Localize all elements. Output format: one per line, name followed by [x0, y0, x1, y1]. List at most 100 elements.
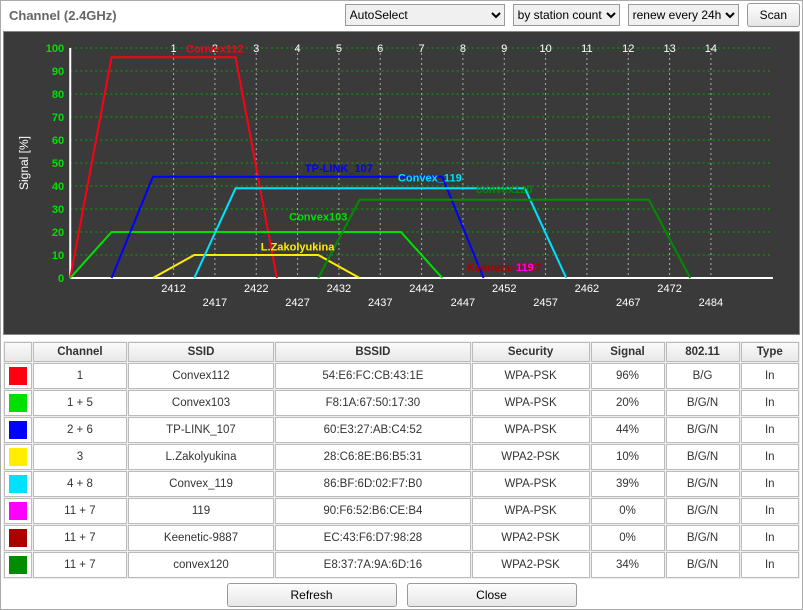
- cell-ssid: 119: [128, 498, 274, 524]
- network-table-wrap: Channel SSID BSSID Security Signal 802.1…: [3, 341, 800, 579]
- cell-security: WPA-PSK: [472, 390, 590, 416]
- svg-text:2442: 2442: [409, 283, 434, 295]
- spectrum-chart-panel: 0102030405060708090100123456789101112131…: [3, 31, 800, 335]
- svg-text:14: 14: [705, 43, 717, 55]
- cell-type: In: [741, 363, 799, 389]
- cell-std: B/G/N: [666, 525, 740, 551]
- table-row[interactable]: 11 + 7Keenetic-9887EC:43:F6:D7:98:28WPA2…: [4, 525, 799, 551]
- cell-bssid: 86:BF:6D:02:F7:B0: [275, 471, 470, 497]
- svg-text:2437: 2437: [368, 297, 393, 309]
- svg-text:Convex_119: Convex_119: [398, 172, 462, 184]
- cell-type: In: [741, 471, 799, 497]
- cell-std: B/G/N: [666, 552, 740, 578]
- cell-signal: 39%: [591, 471, 665, 497]
- svg-text:convex120: convex120: [476, 184, 532, 196]
- svg-text:5: 5: [336, 43, 342, 55]
- cell-channel: 4 + 8: [33, 471, 127, 497]
- spectrum-chart: 0102030405060708090100123456789101112131…: [10, 38, 793, 328]
- cell-std: B/G/N: [666, 498, 740, 524]
- th-color: [4, 342, 32, 362]
- cell-security: WPA2-PSK: [472, 444, 590, 470]
- table-row[interactable]: 3L.Zakolyukina28:C6:8E:B6:B5:31WPA2-PSK1…: [4, 444, 799, 470]
- svg-text:6: 6: [377, 43, 383, 55]
- svg-text:8: 8: [460, 43, 466, 55]
- table-row[interactable]: 1Convex11254:E6:FC:CB:43:1EWPA-PSK96%B/G…: [4, 363, 799, 389]
- cell-security: WPA-PSK: [472, 498, 590, 524]
- cell-bssid: EC:43:F6:D7:98:28: [275, 525, 470, 551]
- cell-std: B/G/N: [666, 417, 740, 443]
- svg-text:60: 60: [52, 135, 64, 147]
- svg-text:2472: 2472: [657, 283, 682, 295]
- network-table-body: 1Convex11254:E6:FC:CB:43:1EWPA-PSK96%B/G…: [4, 363, 799, 578]
- svg-text:7: 7: [419, 43, 425, 55]
- cell-ssid: Convex103: [128, 390, 274, 416]
- refresh-button[interactable]: Refresh: [227, 583, 397, 607]
- channel-select[interactable]: AutoSelect: [345, 4, 505, 26]
- svg-text:10: 10: [539, 43, 551, 55]
- th-security: Security: [472, 342, 590, 362]
- row-color: [4, 444, 32, 470]
- svg-text:Convex103: Convex103: [289, 212, 347, 224]
- svg-text:2452: 2452: [492, 283, 517, 295]
- svg-text:TP-LINK_107: TP-LINK_107: [305, 163, 373, 175]
- cell-std: B/G: [666, 363, 740, 389]
- th-80211: 802.11: [666, 342, 740, 362]
- table-row[interactable]: 11 + 711990:F6:52:B6:CE:B4WPA-PSK0%B/G/N…: [4, 498, 799, 524]
- cell-ssid: TP-LINK_107: [128, 417, 274, 443]
- row-color: [4, 471, 32, 497]
- row-color: [4, 498, 32, 524]
- svg-text:4: 4: [294, 43, 300, 55]
- svg-text:12: 12: [622, 43, 634, 55]
- cell-security: WPA2-PSK: [472, 525, 590, 551]
- th-bssid: BSSID: [275, 342, 470, 362]
- network-table-head: Channel SSID BSSID Security Signal 802.1…: [4, 342, 799, 362]
- cell-bssid: 60:E3:27:AB:C4:52: [275, 417, 470, 443]
- svg-text:20: 20: [52, 227, 64, 239]
- svg-text:2412: 2412: [161, 283, 186, 295]
- row-color: [4, 552, 32, 578]
- svg-text:40: 40: [52, 181, 64, 193]
- cell-signal: 96%: [591, 363, 665, 389]
- scan-button[interactable]: Scan: [747, 3, 800, 27]
- cell-channel: 11 + 7: [33, 498, 127, 524]
- th-signal: Signal: [591, 342, 665, 362]
- cell-bssid: F8:1A:67:50:17:30: [275, 390, 470, 416]
- table-row[interactable]: 4 + 8Convex_11986:BF:6D:02:F7:B0WPA-PSK3…: [4, 471, 799, 497]
- svg-text:L.Zakolyukina: L.Zakolyukina: [261, 241, 335, 253]
- cell-std: B/G/N: [666, 390, 740, 416]
- cell-ssid: Convex_119: [128, 471, 274, 497]
- svg-text:80: 80: [52, 89, 64, 101]
- cell-ssid: convex120: [128, 552, 274, 578]
- svg-text:11: 11: [581, 43, 592, 55]
- table-row[interactable]: 1 + 5Convex103F8:1A:67:50:17:30WPA-PSK20…: [4, 390, 799, 416]
- svg-text:Convex112: Convex112: [186, 44, 244, 56]
- renew-select[interactable]: renew every 24h: [628, 4, 739, 26]
- sort-select[interactable]: by station count: [513, 4, 620, 26]
- cell-channel: 1: [33, 363, 127, 389]
- svg-text:2427: 2427: [285, 297, 310, 309]
- svg-text:Signal [%]: Signal [%]: [17, 136, 31, 190]
- cell-security: WPA-PSK: [472, 417, 590, 443]
- row-color: [4, 390, 32, 416]
- svg-text:2457: 2457: [533, 297, 558, 309]
- cell-signal: 10%: [591, 444, 665, 470]
- cell-signal: 0%: [591, 498, 665, 524]
- cell-type: In: [741, 498, 799, 524]
- close-button[interactable]: Close: [407, 583, 577, 607]
- cell-type: In: [741, 444, 799, 470]
- svg-text:70: 70: [52, 112, 64, 124]
- svg-text:30: 30: [52, 204, 64, 216]
- svg-text:2462: 2462: [575, 283, 600, 295]
- table-row[interactable]: 11 + 7convex120E8:37:7A:9A:6D:16WPA2-PSK…: [4, 552, 799, 578]
- cell-signal: 44%: [591, 417, 665, 443]
- table-row[interactable]: 2 + 6TP-LINK_10760:E3:27:AB:C4:52WPA-PSK…: [4, 417, 799, 443]
- cell-signal: 0%: [591, 525, 665, 551]
- cell-bssid: 28:C6:8E:B6:B5:31: [275, 444, 470, 470]
- svg-text:9: 9: [501, 43, 507, 55]
- cell-std: B/G/N: [666, 471, 740, 497]
- svg-text:10: 10: [52, 250, 64, 262]
- cell-channel: 3: [33, 444, 127, 470]
- cell-type: In: [741, 525, 799, 551]
- cell-ssid: L.Zakolyukina: [128, 444, 274, 470]
- cell-type: In: [741, 417, 799, 443]
